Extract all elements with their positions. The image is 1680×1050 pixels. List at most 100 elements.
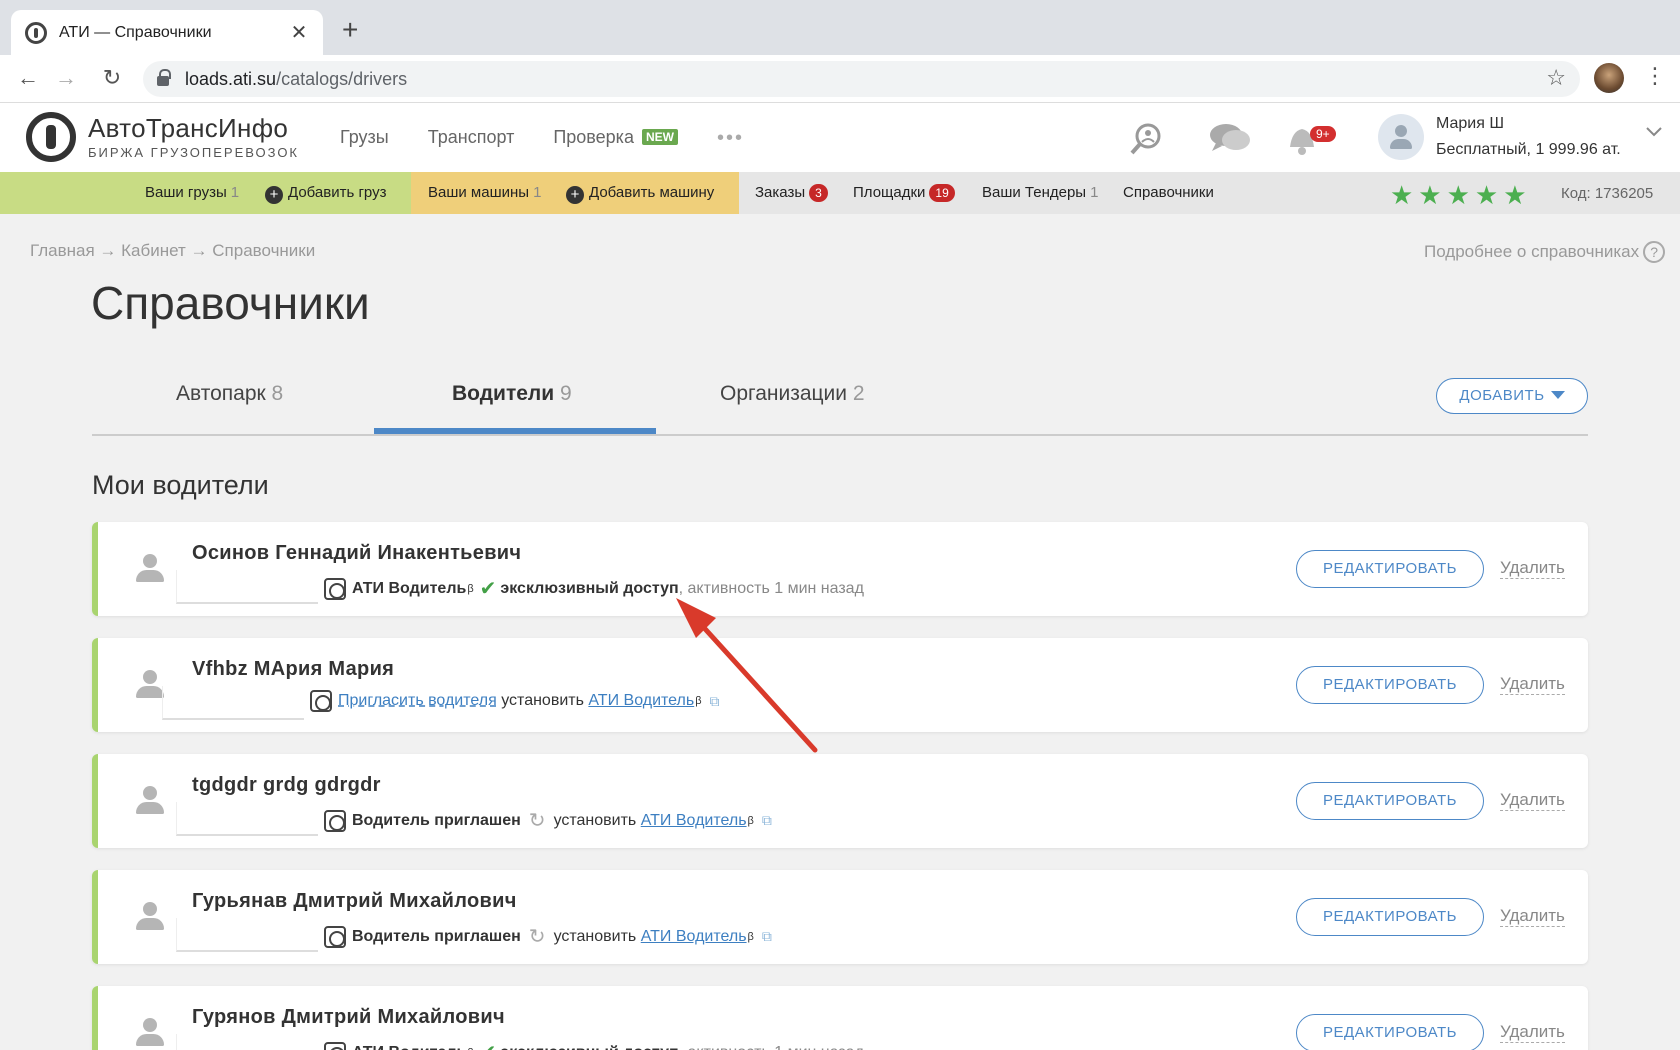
logo-title[interactable]: АвтоТрансИнфо [88, 113, 288, 144]
edit-button[interactable]: РЕДАКТИРОВАТЬ [1296, 782, 1484, 820]
delete-link[interactable]: Удалить [1500, 558, 1565, 579]
back-arrow-icon[interactable]: ← [14, 65, 42, 91]
tenders-count: 1 [1090, 184, 1099, 201]
add-truck-button[interactable]: + Добавить машину [566, 184, 714, 204]
driver-avatar-icon [136, 1018, 164, 1048]
address-bar: ← → ↻ loads.ati.su/catalogs/drivers ☆ ⋮ [0, 55, 1680, 103]
driver-name[interactable]: Гурьянав Дмитрий Михайлович [192, 890, 517, 913]
tab-fleet-label: Автопарк [176, 382, 266, 405]
delete-link[interactable]: Удалить [1500, 906, 1565, 927]
logo-subtitle: БИРЖА ГРУЗОПЕРЕВОЗОК [88, 145, 299, 160]
driver-name[interactable]: Гурянов Дмитрий Михайлович [192, 1006, 505, 1029]
beta-mark: β [695, 695, 702, 707]
external-link-icon[interactable]: ⧉ [762, 812, 772, 829]
invite-driver-link[interactable]: Пригласить водителя [338, 692, 497, 710]
your-cargo-label: Ваши грузы [145, 184, 227, 201]
catalogs-link[interactable]: Справочники [1123, 184, 1214, 201]
url-field[interactable]: loads.ati.su/catalogs/drivers ☆ [143, 61, 1580, 97]
driver-status: Водитель приглашен ↻ установить АТИ Води… [324, 808, 772, 833]
external-link-icon[interactable]: ⧉ [710, 693, 720, 710]
help-icon: ? [1643, 241, 1666, 263]
user-avatar[interactable] [1378, 114, 1424, 160]
tab-organizations[interactable]: Организации 2 [720, 382, 865, 406]
external-link-icon[interactable]: ⧉ [762, 928, 772, 945]
messages-icon[interactable] [1208, 121, 1252, 162]
add-cargo-button[interactable]: + Добавить груз [265, 184, 386, 204]
browser-menu-icon[interactable]: ⋮ [1644, 63, 1666, 89]
delete-link[interactable]: Удалить [1500, 790, 1565, 811]
delete-link[interactable]: Удалить [1500, 674, 1565, 695]
forward-arrow-icon[interactable]: → [52, 65, 80, 91]
refresh-icon[interactable]: ↻ [529, 924, 546, 949]
nav-cargo[interactable]: Грузы [340, 127, 389, 150]
ati-driver-link[interactable]: АТИ Водитель [588, 692, 694, 710]
tab-fleet[interactable]: Автопарк 8 [176, 382, 283, 406]
driver-phone-field [176, 570, 318, 604]
your-trucks-count: 1 [533, 184, 542, 201]
breadcrumb[interactable]: Главная → Кабинет → Справочники [30, 241, 315, 261]
driver-name[interactable]: Осинов Геннадий Инакентьевич [192, 542, 521, 565]
orders-link[interactable]: Заказы 3 [755, 184, 828, 202]
driver-phone-field [176, 1034, 318, 1050]
install-text: установить [553, 811, 637, 829]
new-tab-button[interactable]: + [342, 16, 358, 44]
tab-title: АТИ — Справочники [59, 23, 212, 41]
help-link[interactable]: Подробнее о справочниках? [1424, 241, 1666, 263]
driver-status: АТИ Водительβ ✔ эксклюзивный доступ, акт… [324, 1040, 864, 1050]
install-text: установить [553, 927, 637, 945]
edit-button[interactable]: РЕДАКТИРОВАТЬ [1296, 550, 1484, 588]
driver-avatar-icon [136, 670, 164, 700]
tab-fleet-count: 8 [271, 382, 284, 405]
platforms-badge: 19 [929, 184, 955, 202]
browser-tab[interactable]: АТИ — Справочники ✕ [11, 10, 323, 55]
search-icon[interactable] [1128, 121, 1164, 164]
tab-drivers[interactable]: Водители 9 [452, 382, 572, 406]
check-icon: ✔ [479, 578, 497, 600]
delete-link[interactable]: Удалить [1500, 1022, 1565, 1043]
ati-driver-link[interactable]: АТИ Водитель [641, 928, 747, 946]
driver-name[interactable]: Vfhbz МАрия Мария [192, 658, 394, 681]
close-tab-icon[interactable]: ✕ [289, 20, 309, 45]
install-text: установить [501, 692, 584, 709]
chevron-down-icon[interactable] [1645, 121, 1663, 144]
reload-icon[interactable]: ↻ [98, 65, 126, 91]
driver-status: Водитель приглашен ↻ установить АТИ Води… [324, 924, 772, 949]
bookmark-star-icon[interactable]: ☆ [1546, 65, 1566, 91]
add-truck-label: Добавить машину [589, 184, 715, 201]
platforms-link[interactable]: Площадки 19 [853, 184, 955, 202]
ati-logo-icon[interactable] [26, 112, 76, 162]
site-favicon-icon [25, 21, 47, 44]
ati-driver-link[interactable]: АТИ Водитель [641, 812, 747, 830]
ati-driver-app-icon [324, 925, 346, 948]
tab-drivers-count: 9 [560, 382, 572, 405]
edit-button[interactable]: РЕДАКТИРОВАТЬ [1296, 898, 1484, 936]
edit-button[interactable]: РЕДАКТИРОВАТЬ [1296, 666, 1484, 704]
activity-text: , активность 1 мин назад [678, 579, 864, 597]
driver-phone-field [176, 918, 318, 952]
active-tab-indicator [374, 428, 656, 434]
browser-profile-avatar[interactable] [1594, 63, 1624, 93]
your-trucks-link[interactable]: Ваши машины 1 [428, 184, 541, 201]
exclusive-access: эксклюзивный доступ [500, 579, 679, 597]
driver-name[interactable]: tgdgdr grdg gdrgdr [192, 774, 381, 797]
rating-stars-icon[interactable]: ★★★★★ [1390, 180, 1532, 211]
user-name[interactable]: Мария Ш [1436, 115, 1504, 133]
nav-transport[interactable]: Транспорт [428, 127, 515, 150]
refresh-icon[interactable]: ↻ [529, 808, 546, 833]
edit-button[interactable]: РЕДАКТИРОВАТЬ [1296, 1014, 1484, 1050]
nav-more-icon[interactable]: ••• [717, 127, 744, 150]
invited-status: Водитель приглашен [352, 927, 521, 945]
catalog-tabs: Автопарк 8 Водители 9 Организации 2 [92, 368, 1588, 436]
tab-organizations-count: 2 [852, 382, 865, 405]
nav-check[interactable]: Проверка NEW [553, 127, 678, 150]
add-cargo-label: Добавить груз [288, 184, 387, 201]
driver-card: tgdgdr grdg gdrgdr Водитель приглашен ↻ … [92, 754, 1588, 848]
driver-phone-field [176, 802, 318, 836]
orders-badge: 3 [809, 184, 828, 202]
tenders-link[interactable]: Ваши Тендеры 1 [982, 184, 1098, 201]
your-cargo-link[interactable]: Ваши грузы 1 [145, 184, 239, 201]
driver-card: Vfhbz МАрия Мария Пригласить водителя ус… [92, 638, 1588, 732]
add-dropdown-button[interactable]: ДОБАВИТЬ [1436, 378, 1588, 414]
page-title: Справочники [91, 277, 370, 329]
activity-text: , активность 1 мин назад [679, 1044, 864, 1050]
